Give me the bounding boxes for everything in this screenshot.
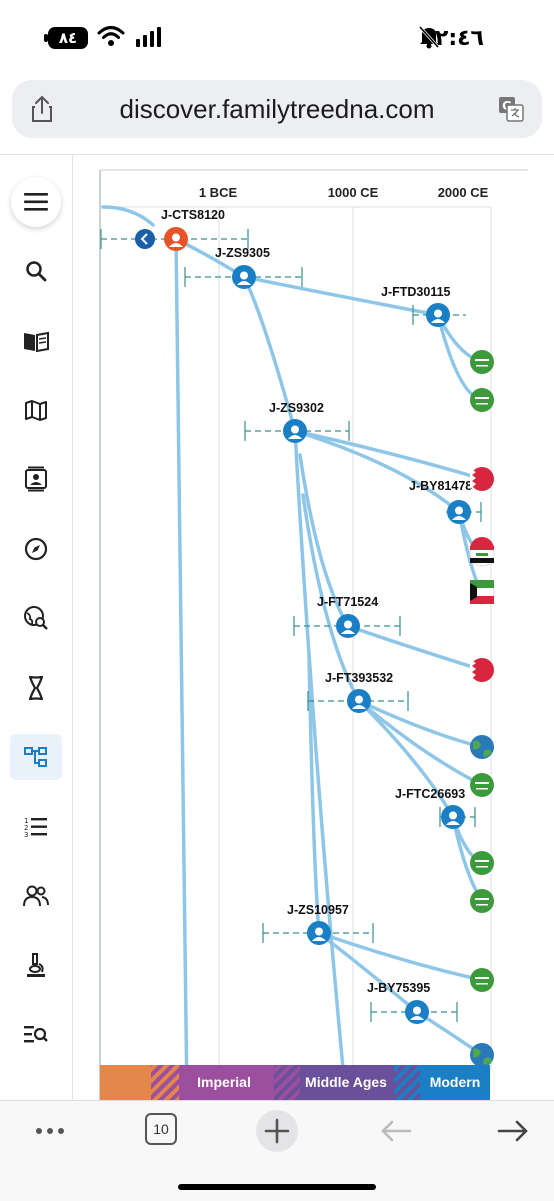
sidebar-item-map[interactable] [10, 387, 62, 433]
more-icon[interactable] [35, 1127, 65, 1135]
globe-icon[interactable] [470, 735, 494, 759]
sidebar-item-microscope[interactable] [10, 942, 62, 988]
globe-icon[interactable] [470, 1043, 494, 1067]
sidebar-item-compass[interactable] [10, 526, 62, 572]
home-indicator [178, 1184, 376, 1190]
status-time: ٢:٤٦ [434, 26, 484, 51]
back-arrow-icon[interactable] [380, 1119, 412, 1143]
svg-text:3: 3 [24, 831, 28, 838]
haplogroup-node[interactable]: J-BY81478 [409, 479, 472, 524]
sidebar-item-tree[interactable] [10, 734, 62, 780]
saudi-flag-icon[interactable] [470, 851, 494, 875]
bahrain-flag-icon[interactable] [470, 658, 494, 682]
node-label: J-ZS9305 [215, 246, 270, 260]
book-icon [24, 331, 49, 352]
sidebar-item-search[interactable] [10, 248, 62, 294]
battery-indicator: ٨٤ [48, 27, 88, 49]
sidebar-item-profile[interactable] [10, 456, 62, 502]
numbered-list-icon: 123 [24, 817, 47, 838]
sidebar-item-list[interactable]: 123 [10, 804, 62, 850]
node-label: J-BY75395 [367, 981, 430, 995]
era-label-modern: Modern [430, 1074, 481, 1090]
timeline-label-1bce: 1 BCE [199, 185, 238, 200]
saudi-flag-icon[interactable] [470, 889, 494, 913]
collapse-button[interactable] [135, 229, 155, 249]
map-icon [25, 400, 47, 421]
translate-icon[interactable]: G [498, 96, 524, 122]
status-bar: ٨٤ ٢:٤٦ [0, 0, 554, 70]
globe-search-icon [24, 606, 48, 630]
node-label: J-FT393532 [325, 671, 393, 685]
era-label-imperial: Imperial [197, 1074, 251, 1090]
haplogroup-node[interactable]: J-BY75395 [367, 981, 430, 1024]
sidebar: 123 [0, 155, 73, 1100]
haplogroup-tree: 1 BCE 1000 CE 2000 CE J-CTS8120 J-ZS9305… [99, 169, 528, 1100]
era-bar: Imperial Middle Ages Modern [100, 1065, 490, 1100]
node-label: J-ZS9302 [269, 401, 324, 415]
url-text[interactable]: discover.familytreedna.com [72, 94, 482, 125]
forward-arrow-icon[interactable] [497, 1119, 529, 1143]
iraq-flag-icon[interactable] [469, 537, 495, 567]
saudi-flag-icon[interactable] [470, 350, 494, 374]
node-label: J-CTS8120 [161, 208, 225, 222]
sidebar-item-chromosome[interactable] [10, 665, 62, 711]
people-icon [23, 885, 49, 907]
search-icon [26, 261, 47, 282]
haplogroup-node[interactable]: J-ZS9305 [215, 246, 270, 289]
profile-card-icon [25, 466, 47, 492]
timeline-grid [99, 169, 528, 1100]
tree-branches [101, 205, 484, 1100]
timeline-label-1000ce: 1000 CE [328, 185, 379, 200]
era-label-middle-ages: Middle Ages [305, 1074, 387, 1090]
sidebar-item-book[interactable] [10, 318, 62, 364]
haplogroup-node[interactable]: J-FT393532 [325, 671, 393, 713]
haplogroup-node[interactable]: J-CTS8120 [161, 208, 225, 251]
node-label: J-FTC26693 [395, 787, 465, 801]
node-label: J-ZS10957 [287, 903, 349, 917]
share-icon[interactable] [30, 95, 54, 123]
signal-icon [136, 27, 161, 47]
tab-count-button[interactable]: 10 [145, 1113, 177, 1145]
node-label: J-FT71524 [317, 595, 378, 609]
sidebar-item-people[interactable] [10, 873, 62, 919]
saudi-flag-icon[interactable] [470, 388, 494, 412]
haplogroup-node[interactable]: J-FTC26693 [395, 787, 465, 829]
address-bar[interactable]: discover.familytreedna.com G [12, 80, 542, 138]
saudi-flag-icon[interactable] [470, 968, 494, 992]
chromosome-icon [28, 675, 44, 701]
bahrain-flag-icon[interactable] [470, 467, 494, 491]
sidebar-item-globe-search[interactable] [10, 595, 62, 641]
saudi-flag-icon[interactable] [470, 773, 494, 797]
menu-button[interactable] [11, 177, 61, 227]
kuwait-flag-icon[interactable] [469, 579, 495, 605]
tree-diagram-icon [24, 747, 47, 767]
add-tab-icon[interactable] [255, 1109, 299, 1153]
timeline-label-2000ce: 2000 CE [438, 185, 489, 200]
wifi-icon [97, 26, 125, 46]
sidebar-item-list-search[interactable] [10, 1012, 62, 1058]
hamburger-icon [24, 193, 48, 211]
node-label: J-BY81478 [409, 479, 472, 493]
compass-icon [24, 537, 48, 561]
list-search-icon [24, 1026, 48, 1043]
microscope-icon [27, 953, 45, 977]
node-label: J-FTD30115 [381, 285, 451, 299]
